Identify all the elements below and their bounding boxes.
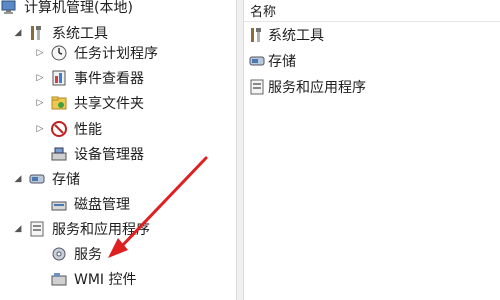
disk-management-icon — [50, 195, 68, 213]
tree-item-label: 服务 — [74, 247, 102, 263]
tools-icon — [248, 26, 266, 44]
storage-icon — [248, 52, 266, 70]
tree-item-storage[interactable]: ◢ 存储 — [12, 168, 80, 190]
collapse-arrow-icon[interactable]: ◢ — [12, 27, 24, 39]
tree-item-label: 共享文件夹 — [74, 96, 144, 112]
list-item-system-tools[interactable]: 系统工具 — [248, 24, 324, 46]
services-gear-icon — [50, 245, 68, 263]
pane-splitter[interactable] — [236, 0, 244, 300]
tree-item-task-scheduler[interactable]: ▷ 任务计划程序 — [34, 42, 158, 64]
tree-item-services[interactable]: 服务 — [34, 243, 102, 265]
tree-item-label: 存储 — [52, 172, 80, 188]
tree-item-system-tools[interactable]: ◢ 系统工具 — [12, 22, 108, 44]
event-viewer-icon — [50, 69, 68, 87]
details-list: 名称 系统工具 存储 服务和应用程序 — [244, 0, 500, 300]
wmi-control-icon — [50, 270, 68, 288]
performance-icon — [50, 120, 68, 138]
collapse-arrow-icon[interactable]: ◢ — [12, 223, 24, 235]
tree-item-wmi-control[interactable]: WMI 控件 — [34, 268, 137, 290]
tree-item-label: 任务计划程序 — [74, 46, 158, 62]
shared-folder-icon — [50, 94, 68, 112]
list-item-label: 存储 — [268, 54, 296, 70]
tools-icon — [28, 24, 46, 42]
expand-arrow-icon[interactable]: ▷ — [34, 97, 46, 109]
device-manager-icon — [50, 145, 68, 163]
tree-item-shared-folders[interactable]: ▷ 共享文件夹 — [34, 92, 144, 114]
tree-item-label: 系统工具 — [52, 26, 108, 42]
tree-item-label: 性能 — [74, 122, 102, 138]
collapse-arrow-icon[interactable]: ◢ — [12, 173, 24, 185]
list-item-services-applications[interactable]: 服务和应用程序 — [248, 76, 366, 98]
expand-arrow-icon[interactable]: ▷ — [34, 47, 46, 59]
tree-item-computer-management-root[interactable]: 计算机管理(本地) — [0, 0, 133, 18]
tree-item-label: 磁盘管理 — [74, 197, 130, 213]
list-item-label: 系统工具 — [268, 28, 324, 44]
tree-item-label: 设备管理器 — [74, 147, 144, 163]
column-header-name[interactable]: 名称 — [244, 0, 500, 22]
tree-item-device-manager[interactable]: 设备管理器 — [34, 143, 144, 165]
list-item-label: 服务和应用程序 — [268, 80, 366, 96]
tree-item-performance[interactable]: ▷ 性能 — [34, 118, 102, 140]
services-applications-icon — [248, 78, 266, 96]
expand-arrow-icon[interactable]: ▷ — [34, 123, 46, 135]
list-item-storage[interactable]: 存储 — [248, 50, 296, 72]
tree-item-services-applications[interactable]: ◢ 服务和应用程序 — [12, 218, 150, 240]
tree-item-disk-management[interactable]: 磁盘管理 — [34, 193, 130, 215]
tree-item-event-viewer[interactable]: ▷ 事件查看器 — [34, 67, 144, 89]
expand-arrow-icon[interactable]: ▷ — [34, 72, 46, 84]
tree-item-label: 计算机管理(本地) — [24, 0, 133, 16]
console-tree: 计算机管理(本地) ◢ 系统工具 ▷ 任务计划程序 ▷ 事件查看器 ▷ 共享文件… — [0, 0, 236, 300]
tree-item-label: 事件查看器 — [74, 71, 144, 87]
column-header-label: 名称 — [250, 5, 277, 20]
tree-item-label: WMI 控件 — [74, 272, 137, 288]
storage-icon — [28, 170, 46, 188]
clock-icon — [50, 44, 68, 62]
services-applications-icon — [28, 220, 46, 238]
tree-item-label: 服务和应用程序 — [52, 222, 150, 238]
computer-management-icon — [0, 0, 18, 16]
